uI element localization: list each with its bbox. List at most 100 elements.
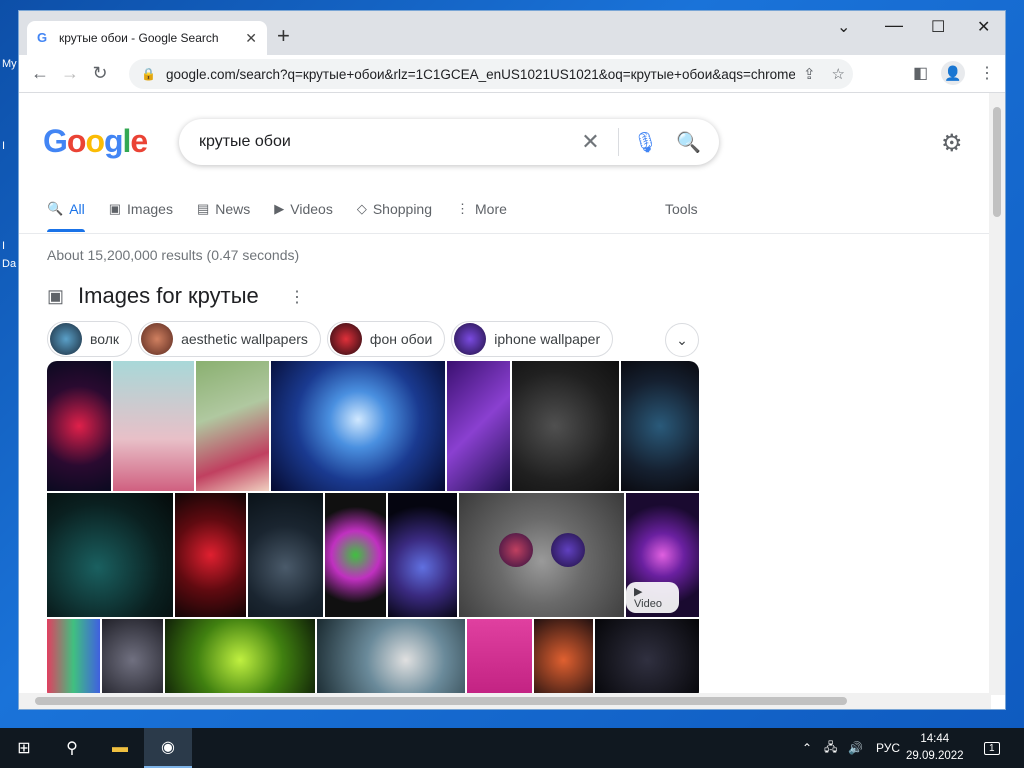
chip-iphone-wallpaper[interactable]: iphone wallpaper xyxy=(451,321,614,357)
tab-videos[interactable]: ▶ Videos xyxy=(274,193,333,225)
image-result[interactable] xyxy=(621,361,699,491)
search-input[interactable]: крутые обои xyxy=(199,133,581,151)
tray-chevron-icon[interactable]: ⌃ xyxy=(802,728,812,768)
chip-label: волк xyxy=(90,331,120,347)
image-icon: ▣ xyxy=(47,285,65,306)
image-result[interactable] xyxy=(165,619,315,693)
back-button[interactable]: ← xyxy=(25,63,55,84)
image-result[interactable] xyxy=(317,619,465,693)
image-result[interactable] xyxy=(595,619,699,693)
images-section-title: ▣ Images for крутые xyxy=(47,283,259,309)
settings-gear-icon[interactable]: ⚙ xyxy=(941,129,963,158)
network-icon[interactable]: 🖧 xyxy=(824,728,837,768)
chip-aesthetic-wallpapers[interactable]: aesthetic wallpapers xyxy=(138,321,321,357)
image-result[interactable] xyxy=(196,361,269,491)
close-window-button[interactable]: ✕ xyxy=(977,17,990,37)
image-result[interactable] xyxy=(248,493,323,617)
news-icon: ▤ xyxy=(196,201,210,216)
image-result[interactable] xyxy=(113,361,194,491)
image-result[interactable] xyxy=(47,361,111,491)
search-icon[interactable]: 🔍 xyxy=(676,130,701,155)
voice-search-icon[interactable]: 🎙 xyxy=(633,130,658,155)
tab-more[interactable]: ⋮ More xyxy=(456,193,507,225)
chrome-menu-icon[interactable]: ⋮ xyxy=(979,63,995,83)
share-icon[interactable]: ⇪ xyxy=(803,65,816,83)
tab-news[interactable]: ▤ News xyxy=(197,193,250,225)
browser-tab[interactable]: G крутые обои - Google Search ✕ xyxy=(27,21,267,55)
image-result[interactable] xyxy=(102,619,163,693)
image-result[interactable] xyxy=(459,493,624,617)
reload-button[interactable]: ↻ xyxy=(85,63,115,84)
language-indicator[interactable]: РУС xyxy=(876,728,900,768)
tab-label: News xyxy=(215,201,251,217)
profile-avatar-icon[interactable]: 👤 xyxy=(941,61,965,85)
image-result[interactable]: ▶ Video xyxy=(626,493,699,617)
maximize-button[interactable]: ☐ xyxy=(931,17,945,37)
video-badge: ▶ Video xyxy=(626,582,679,613)
browser-window: G крутые обои - Google Search ✕ + ⌄ — ☐ … xyxy=(18,10,1006,710)
close-tab-icon[interactable]: ✕ xyxy=(245,30,257,47)
chip-fon-oboi[interactable]: фон обои xyxy=(326,321,446,357)
image-icon: ▣ xyxy=(108,201,122,216)
tab-label: More xyxy=(475,201,507,217)
tab-search-icon[interactable]: ⌄ xyxy=(837,17,850,37)
notifications-icon[interactable]: 1 xyxy=(984,728,1000,768)
image-result[interactable] xyxy=(47,493,173,617)
clock[interactable]: 14:44 29.09.2022 xyxy=(906,731,964,765)
image-result[interactable] xyxy=(512,361,619,491)
tab-label: Shopping xyxy=(372,201,433,217)
clock-date: 29.09.2022 xyxy=(906,750,964,762)
minimize-button[interactable]: — xyxy=(885,15,903,36)
tab-all[interactable]: 🔍 All xyxy=(47,193,85,232)
images-section-heading[interactable]: Images for крутые xyxy=(78,283,259,309)
image-result[interactable] xyxy=(534,619,593,693)
desktop-label[interactable]: I xyxy=(2,240,5,252)
logo-letter: g xyxy=(103,123,124,159)
tab-shopping[interactable]: ◇ Shopping xyxy=(357,193,432,225)
logo-letter: o xyxy=(66,123,87,159)
chrome-taskbar-icon[interactable]: ◉ xyxy=(144,728,192,768)
search-icon[interactable]: ⚲ xyxy=(48,728,96,768)
scrollbar-thumb[interactable] xyxy=(993,107,1001,217)
image-result[interactable] xyxy=(175,493,246,617)
tools-button[interactable]: Tools xyxy=(665,201,698,217)
image-result[interactable] xyxy=(388,493,457,617)
image-result[interactable] xyxy=(325,493,386,617)
expand-chips-button[interactable]: ⌄ xyxy=(665,323,699,357)
image-detail xyxy=(499,533,533,567)
search-box[interactable]: крутые обои ✕ 🎙 🔍 xyxy=(179,119,719,165)
image-result[interactable] xyxy=(467,619,532,693)
windows-start-icon[interactable]: ⊞ xyxy=(0,728,48,768)
image-result[interactable] xyxy=(271,361,445,491)
new-tab-button[interactable]: + xyxy=(277,25,290,47)
logo-letter: G xyxy=(43,123,68,159)
search-tabs: 🔍 All ▣ Images ▤ News ▶ Videos ◇ Shopping ⋮ Mo… xyxy=(47,193,531,232)
file-explorer-icon[interactable]: ▬ xyxy=(96,728,144,768)
section-more-icon[interactable]: ⋮ xyxy=(289,287,305,307)
desktop-label[interactable]: I xyxy=(2,140,5,152)
bookmark-star-icon[interactable]: ☆ xyxy=(832,65,845,83)
tab-images[interactable]: ▣ Images xyxy=(109,193,173,225)
image-chips: волк aesthetic wallpapers фон обои iphon… xyxy=(47,321,619,357)
search-divider xyxy=(617,128,619,156)
lock-icon[interactable]: 🔒 xyxy=(141,67,156,81)
desktop-label[interactable]: Da xyxy=(2,258,16,270)
vertical-scrollbar[interactable] xyxy=(989,93,1005,695)
horizontal-scrollbar[interactable] xyxy=(19,693,991,709)
taskbar: ⊞ ⚲ ▬ ◉ ⌃ 🖧 🔊 РУС 14:44 29.09.2022 1 xyxy=(0,728,1024,768)
chip-volk[interactable]: волк xyxy=(47,321,133,357)
more-vertical-icon: ⋮ xyxy=(456,201,470,216)
volume-icon[interactable]: 🔊 xyxy=(848,728,863,768)
google-logo[interactable]: Google xyxy=(43,123,148,160)
image-result[interactable] xyxy=(447,361,510,491)
forward-button[interactable]: → xyxy=(55,63,85,84)
clear-search-icon[interactable]: ✕ xyxy=(581,129,599,155)
scrollbar-thumb[interactable] xyxy=(35,697,847,705)
search-results-page: Google крутые обои ✕ 🎙 🔍 ⚙ 🔍 All ▣ Images … xyxy=(19,93,991,693)
side-panel-icon[interactable]: ◧ xyxy=(913,63,928,83)
address-bar[interactable]: 🔒 google.com/search?q=крутые+обои&rlz=1C… xyxy=(129,59,853,89)
tabs-divider xyxy=(19,233,991,234)
image-result[interactable] xyxy=(47,619,100,693)
desktop-label[interactable]: My xyxy=(2,58,17,70)
clock-time: 14:44 xyxy=(920,733,950,745)
